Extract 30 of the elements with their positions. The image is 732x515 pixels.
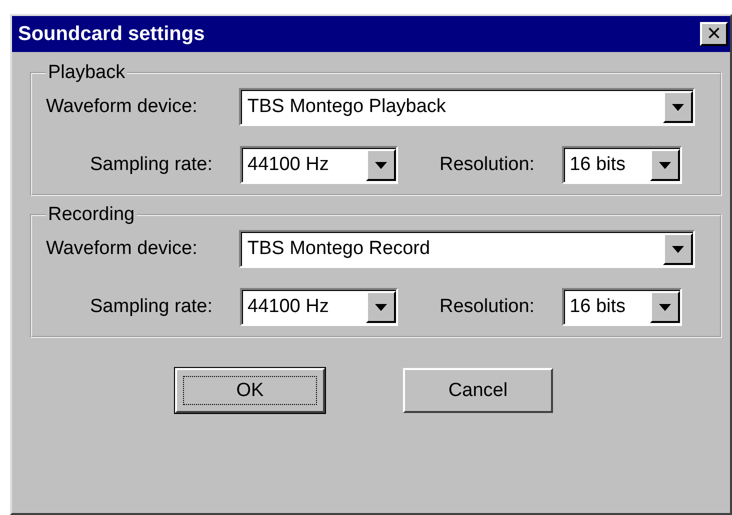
dropdown-arrow-icon xyxy=(374,162,387,168)
dropdown[interactable]: 16 bits xyxy=(562,288,682,326)
close-button[interactable]: × xyxy=(700,22,728,46)
dropdown-arrow-icon xyxy=(672,246,684,252)
dropdown-button[interactable] xyxy=(663,233,694,265)
group-title: Recording xyxy=(47,204,136,226)
dropdown-button[interactable] xyxy=(650,291,680,323)
dialog-button[interactable]: OK xyxy=(175,368,325,413)
field-label: Sampling rate: xyxy=(90,296,213,318)
window-title: Soundcard settings xyxy=(18,22,205,46)
field-label: Resolution: xyxy=(440,154,535,176)
dropdown-arrow-icon xyxy=(672,104,684,110)
dropdown-button[interactable] xyxy=(366,149,396,181)
dropdown-button[interactable] xyxy=(663,91,694,123)
dropdown-arrow-icon xyxy=(374,304,387,310)
group-title: Playback xyxy=(47,62,126,84)
field-label: Resolution: xyxy=(440,296,535,318)
dropdown[interactable]: 44100 Hz xyxy=(240,146,398,184)
dropdown-button[interactable] xyxy=(650,149,680,181)
field-label: Sampling rate: xyxy=(90,154,213,176)
dropdown[interactable]: 44100 Hz xyxy=(240,288,398,326)
dropdown[interactable]: TBS Montego Record xyxy=(239,230,696,268)
dropdown[interactable]: 16 bits xyxy=(562,146,682,184)
dropdown-arrow-icon xyxy=(658,304,671,310)
dialog-button[interactable]: Cancel xyxy=(403,368,553,413)
dropdown-arrow-icon xyxy=(658,162,671,168)
field-label: Waveform device: xyxy=(46,96,198,118)
dropdown-button[interactable] xyxy=(366,291,396,323)
field-label: Waveform device: xyxy=(46,238,198,260)
dropdown[interactable]: TBS Montego Playback xyxy=(239,88,696,126)
